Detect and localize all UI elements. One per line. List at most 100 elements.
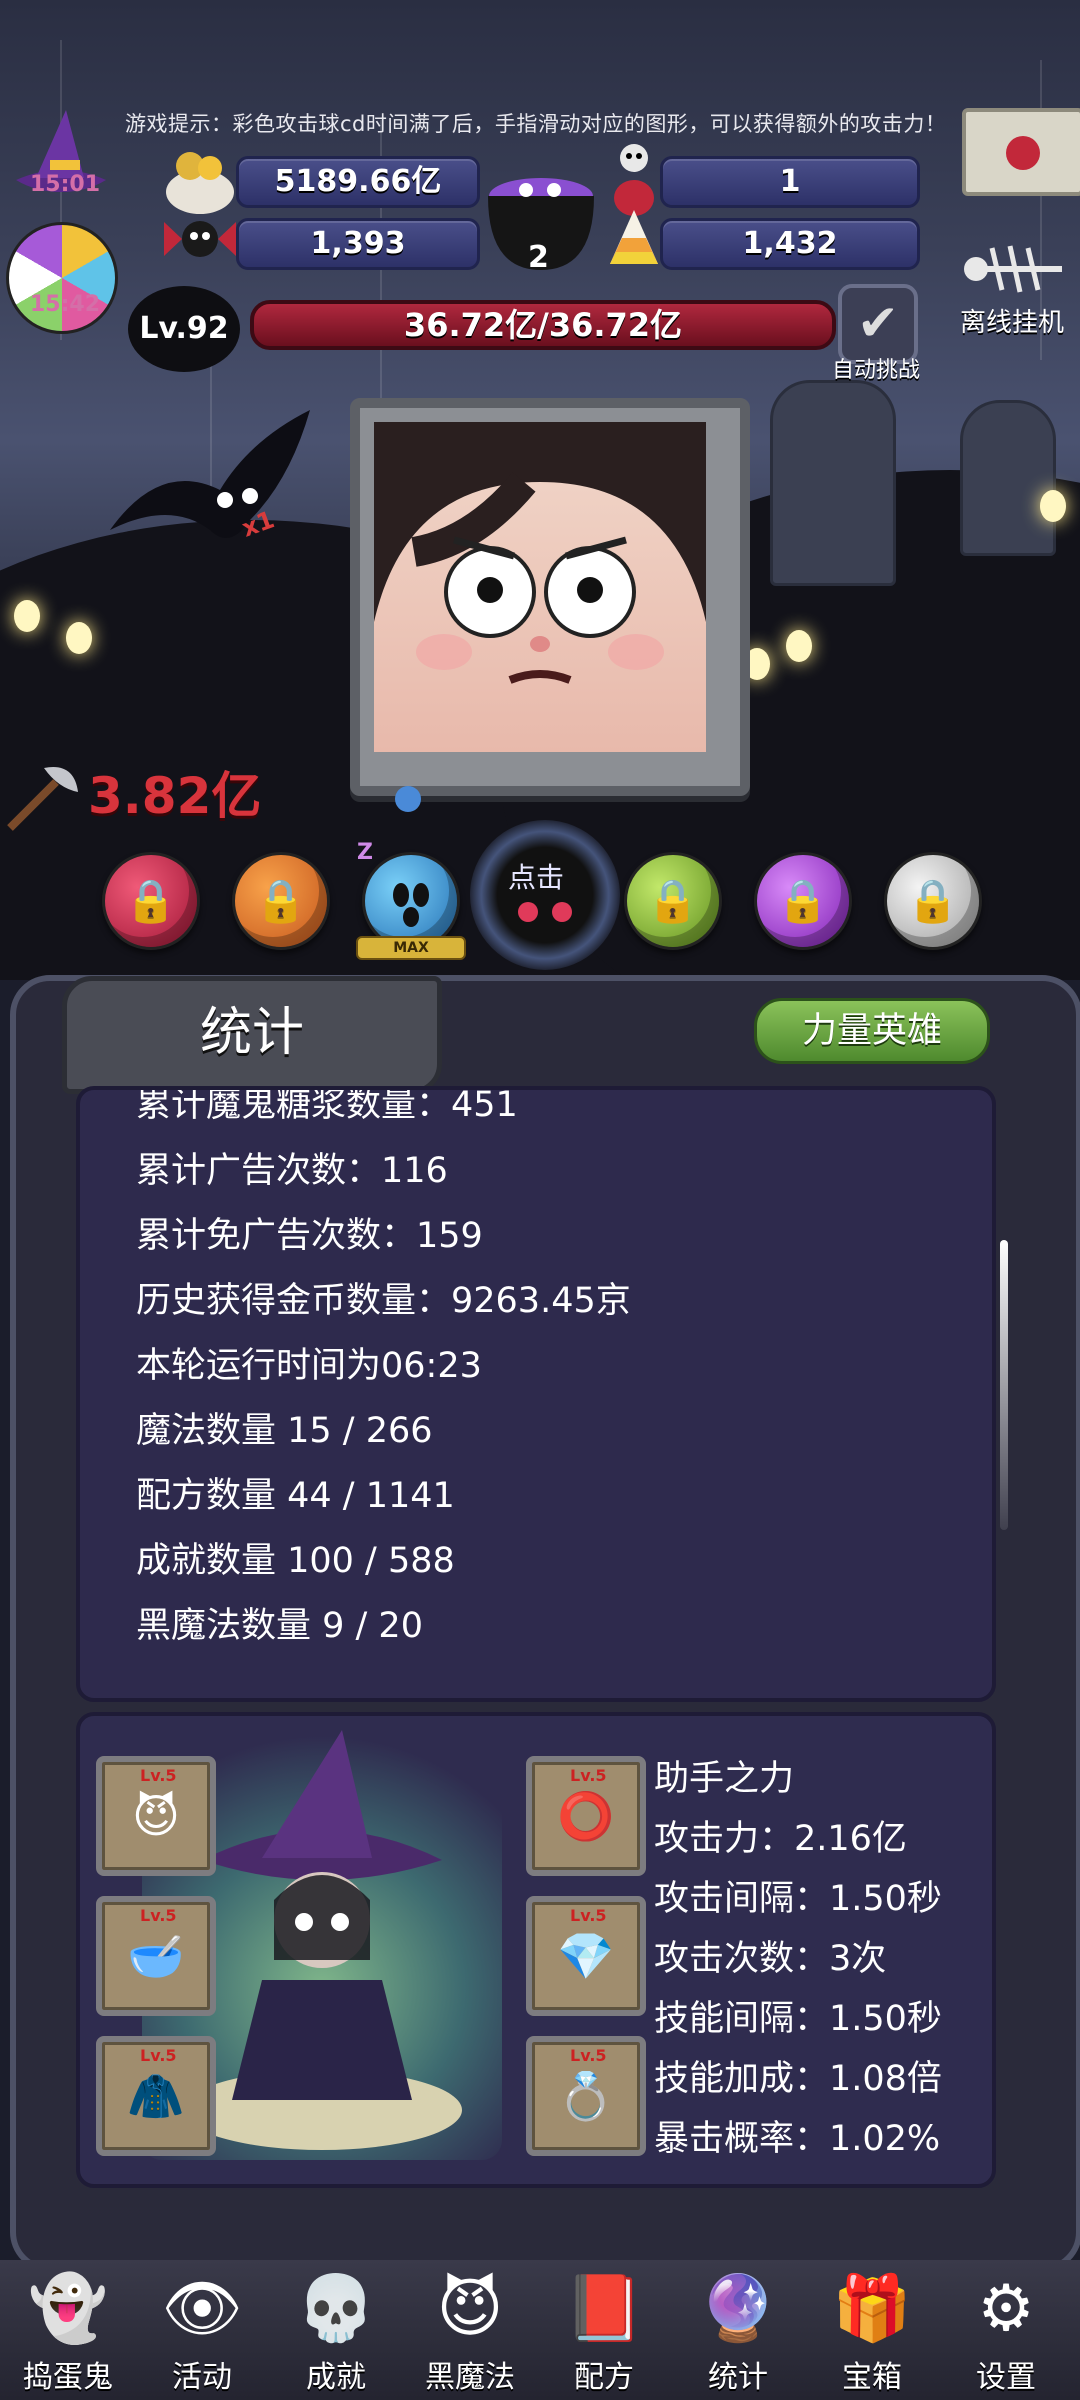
- helper-slot-robe[interactable]: Lv.5 🧥: [96, 2036, 216, 2156]
- orange-orb-locked[interactable]: 🔒: [232, 852, 330, 950]
- tombstone: [960, 400, 1056, 556]
- slot-level: Lv.5: [570, 1766, 607, 1785]
- mini-skull-icon: [395, 786, 421, 812]
- nav-label: 设置: [976, 2360, 1036, 2395]
- helper-stat: 攻击力：2.16亿: [654, 1819, 907, 1859]
- nav-label: 捣蛋鬼: [23, 2360, 113, 2395]
- tap-label[interactable]: 点击: [508, 856, 564, 896]
- nav-label: 统计: [708, 2360, 768, 2395]
- nav-settings[interactable]: ⚙ 设置: [946, 2266, 1066, 2396]
- white-orb-locked[interactable]: 🔒: [884, 852, 982, 950]
- eyeball-basket-icon: 👁: [161, 2272, 243, 2346]
- black-cat-icon: 😈: [436, 2272, 504, 2346]
- nav-recipe[interactable]: 📕 配方: [544, 2266, 664, 2396]
- black-cat-icon: 😈: [132, 1789, 180, 1843]
- helper-slot-bowl[interactable]: Lv.5 🥣: [96, 1896, 216, 2016]
- potion-counter: 1: [660, 156, 920, 208]
- stats-list[interactable]: 累计魔鬼糖浆数量：451 累计广告次数：116 累计免广告次数：159 历史获得…: [76, 1086, 996, 1702]
- nav-label: 配方: [574, 2360, 634, 2395]
- gift-box-icon: 🎁: [832, 2272, 912, 2346]
- max-badge: MAX: [356, 936, 466, 960]
- power-hero-button[interactable]: 力量英雄: [754, 998, 990, 1064]
- nav-label: 宝箱: [842, 2360, 902, 2395]
- nav-achievement[interactable]: 💀 成就: [276, 2266, 396, 2396]
- nav-trickster[interactable]: 👻 捣蛋鬼: [8, 2266, 128, 2396]
- lock-icon: 🔒: [254, 876, 308, 925]
- nav-activity[interactable]: 👁 活动: [142, 2266, 262, 2396]
- spellbook-icon: 📕: [564, 2272, 644, 2346]
- green-orb-locked[interactable]: 🔒: [624, 852, 722, 950]
- candy-corn-counter: 1,432: [660, 218, 920, 270]
- fishbone-icon[interactable]: [962, 236, 1076, 302]
- stat-line: 成就数量 100 / 588: [136, 1541, 455, 1581]
- auto-challenge-label[interactable]: 自动挑战: [832, 352, 920, 384]
- enemy-hp-bar: 36.72亿/36.72亿: [250, 300, 836, 350]
- ghost-icon: 👻: [28, 2272, 108, 2346]
- nav-label: 成就: [306, 2360, 366, 2395]
- axe-icon: [0, 762, 82, 832]
- gold-counter: 5189.66亿: [236, 156, 480, 208]
- gear-icon: ⚙: [977, 2272, 1035, 2346]
- stat-line: 魔法数量 15 / 266: [136, 1411, 433, 1451]
- lock-icon: 🔒: [124, 876, 178, 925]
- pendant-icon: 💎: [557, 1928, 615, 1983]
- lollipop-icon[interactable]: [6, 222, 118, 334]
- helper-slot-pendant[interactable]: Lv.5 💎: [526, 1896, 646, 2016]
- cauldron-count: 2: [528, 240, 549, 275]
- stat-line: 累计免广告次数：159: [136, 1216, 483, 1256]
- tombstone: [770, 380, 896, 586]
- stat-line: 配方数量 44 / 1141: [136, 1476, 455, 1516]
- girl-face-icon: [374, 422, 706, 684]
- sleep-z: Z: [357, 840, 373, 865]
- helper-title: 助手之力: [654, 1759, 795, 1799]
- wrapped-candy-icon: [160, 214, 240, 264]
- stat-line: 累计魔鬼糖浆数量：451: [136, 1086, 518, 1125]
- helper-stat: 攻击次数：3次: [654, 1939, 887, 1979]
- nav-black-magic[interactable]: 😈 黑魔法: [410, 2266, 530, 2396]
- crystal-ball-icon: 🔮: [698, 2272, 778, 2346]
- lock-icon: 🔒: [646, 876, 700, 925]
- bowl-icon: 🥣: [127, 1928, 185, 1983]
- nav-chest[interactable]: 🎁 宝箱: [812, 2266, 932, 2396]
- robe-icon: 🧥: [127, 2068, 185, 2123]
- bracelet-icon: ⭕: [557, 1788, 615, 1843]
- skull-trophy-icon: 💀: [296, 2272, 376, 2346]
- ring-icon: 💍: [557, 2068, 615, 2123]
- stat-line: 累计广告次数：116: [136, 1151, 448, 1191]
- stats-tab-title: 统计: [62, 976, 442, 1094]
- hat-timer: 15:01: [30, 172, 101, 197]
- slot-level: Lv.5: [570, 2046, 607, 2065]
- stat-line: 黑魔法数量 9 / 20: [136, 1606, 423, 1646]
- stats-scrollbar[interactable]: [1000, 1240, 1008, 1530]
- ghost-face-icon: [393, 883, 429, 927]
- lock-icon: 🔒: [906, 876, 960, 925]
- slot-level: Lv.5: [140, 1766, 177, 1785]
- bat-icon[interactable]: [100, 400, 320, 560]
- wrapped-candy-counter: 1,393: [236, 218, 480, 270]
- helper-stat: 技能加成：1.08倍: [654, 2059, 942, 2099]
- candy-corn-icon: [606, 208, 662, 268]
- helper-slot-bracelet[interactable]: Lv.5 ⭕: [526, 1756, 646, 1876]
- enemy-portrait[interactable]: [350, 398, 750, 796]
- stat-line: 历史获得金币数量：9263.45京: [136, 1281, 631, 1321]
- level-badge: Lv.92: [128, 286, 240, 372]
- mail-envelope-icon[interactable]: [962, 108, 1080, 196]
- nav-label: 黑魔法: [425, 2360, 515, 2395]
- damage-number: 3.82亿: [88, 767, 262, 825]
- helper-slot-cat[interactable]: Lv.5 😈: [96, 1756, 216, 1876]
- slot-level: Lv.5: [140, 1906, 177, 1925]
- nav-label: 活动: [172, 2360, 232, 2395]
- red-orb-locked[interactable]: 🔒: [102, 852, 200, 950]
- stat-line: 本轮运行时间为06:23: [136, 1346, 482, 1386]
- candy-timer: 15:42: [30, 292, 101, 317]
- game-hint: 游戏提示：彩色攻击球cd时间满了后，手指滑动对应的图形，可以获得额外的攻击力！: [125, 112, 947, 136]
- lock-icon: 🔒: [776, 876, 830, 925]
- purple-orb-locked[interactable]: 🔒: [754, 852, 852, 950]
- offline-label[interactable]: 离线挂机: [960, 302, 1064, 339]
- helper-stat: 攻击间隔：1.50秒: [654, 1879, 942, 1919]
- helper-stat: 暴击概率：1.02%: [654, 2119, 941, 2159]
- slot-level: Lv.5: [570, 1906, 607, 1925]
- helper-stat: 技能间隔：1.50秒: [654, 1999, 942, 2039]
- nav-stats[interactable]: 🔮 统计: [678, 2266, 798, 2396]
- helper-slot-ring[interactable]: Lv.5 💍: [526, 2036, 646, 2156]
